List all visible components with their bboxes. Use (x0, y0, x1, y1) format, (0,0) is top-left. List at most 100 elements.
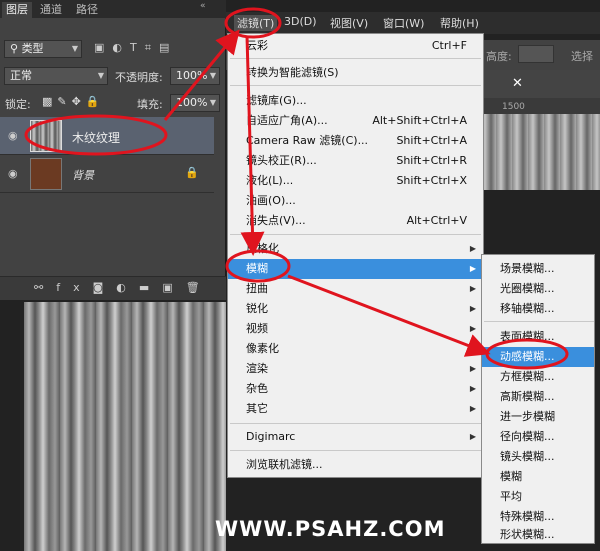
visibility-eye-icon[interactable]: ◉ (8, 167, 18, 180)
wood-texture-canvas[interactable] (24, 302, 226, 551)
fill-value: 100% (176, 96, 208, 109)
menu-separator (230, 450, 481, 451)
mask-icon[interactable]: ◙ (93, 281, 117, 294)
chevron-down-icon: ▼ (209, 71, 216, 80)
layer-thumbnail (30, 158, 62, 190)
layers-panel: 图层 通道 路径 « ⚲ 类型 ▼ ▣◐T⌗▤ 正常 ▼ 不透明度: 100% ▼ 锁… (0, 0, 226, 300)
panel-tab-row: 图层 通道 路径 « (0, 0, 226, 18)
lock-icons[interactable]: ▩✎✥🔒 (42, 95, 105, 108)
layer-row-wood[interactable]: ◉ 木纹纹理 (0, 117, 214, 155)
chevron-down-icon: ▼ (97, 71, 104, 80)
menu-item-browse-online[interactable]: 浏览联机滤镜... (228, 455, 483, 475)
submenu-item-motion-blur[interactable]: 动感模糊... (482, 347, 594, 367)
submenu-arrow-icon: ▶ (469, 304, 476, 313)
submenu-arrow-icon: ▶ (469, 264, 476, 273)
close-icon[interactable]: ✕ (512, 76, 523, 91)
menu-separator (230, 234, 481, 235)
layer-filter-select[interactable]: ⚲ 类型 ▼ (4, 40, 82, 58)
new-layer-icon[interactable]: ▣ (162, 281, 185, 294)
layers-bottom-toolbar: ⚯fx◙◐▬▣🗑 (0, 276, 226, 300)
menu-item-sharpen[interactable]: 锐化 ▶ (228, 299, 483, 319)
menu-view[interactable]: 视图(V) (330, 15, 368, 31)
tab-paths[interactable]: 路径 (72, 2, 102, 18)
filter-icons[interactable]: ▣◐T⌗▤ (94, 41, 177, 55)
submenu-arrow-icon: ▶ (469, 404, 476, 413)
submenu-arrow-icon: ▶ (469, 324, 476, 333)
submenu-item-shape-blur[interactable]: 形状模糊... (482, 525, 594, 545)
submenu-arrow-icon: ▶ (469, 384, 476, 393)
chevron-down-icon: ▼ (209, 98, 216, 107)
smartobject-filter-icon[interactable]: ▤ (159, 41, 177, 54)
submenu-item-gaussian-blur[interactable]: 高斯模糊... (482, 387, 594, 407)
shape-filter-icon[interactable]: ⌗ (145, 41, 159, 54)
trash-icon[interactable]: 🗑 (186, 281, 213, 294)
link-layers-icon[interactable]: ⚯ (34, 281, 56, 294)
menu-item-stylize[interactable]: 风格化 ▶ (228, 239, 483, 259)
submenu-arrow-icon: ▶ (469, 432, 476, 441)
menu-item-other[interactable]: 其它 ▶ (228, 399, 483, 419)
menu-item-distort[interactable]: 扭曲 ▶ (228, 279, 483, 299)
select-label[interactable]: 选择 (571, 48, 593, 64)
menu-item-smart-filter[interactable]: 转换为智能滤镜(S) (228, 63, 483, 83)
menu-item-noise[interactable]: 杂色 ▶ (228, 379, 483, 399)
submenu-item-surface-blur[interactable]: 表面模糊... (482, 327, 594, 347)
menu-item-vanishing-point[interactable]: 消失点(V)... Alt+Ctrl+V (228, 211, 483, 231)
submenu-item-blur-more[interactable]: 进一步模糊 (482, 407, 594, 427)
submenu-item-iris-blur[interactable]: 光圈模糊... (482, 279, 594, 299)
menu-item-digimarc[interactable]: Digimarc ▶ (228, 427, 483, 447)
adjustment-filter-icon[interactable]: ◐ (112, 41, 130, 54)
layer-name[interactable]: 背景 (72, 167, 94, 183)
fill-input[interactable]: 100% ▼ (170, 94, 220, 112)
menu-filter[interactable]: 滤镜(T) (234, 15, 278, 31)
tab-layers[interactable]: 图层 (2, 2, 32, 18)
layer-actions[interactable]: ⚯fx◙◐▬▣🗑 (34, 281, 213, 294)
lock-move-icon[interactable]: ✥ (72, 95, 86, 108)
menu-item-blur[interactable]: 模糊 ▶ (228, 259, 483, 279)
collapse-icon[interactable]: « (200, 1, 206, 11)
lock-transparent-icon[interactable]: ▩ (42, 95, 57, 108)
height-input[interactable] (518, 45, 554, 63)
new-group-icon[interactable]: ▬ (139, 281, 162, 294)
submenu-item-box-blur[interactable]: 方框模糊... (482, 367, 594, 387)
menu-separator (230, 423, 481, 424)
menu-item-clouds[interactable]: 云彩 Ctrl+F (228, 36, 483, 56)
tab-channels[interactable]: 通道 (36, 2, 66, 18)
menu-item-video[interactable]: 视频 ▶ (228, 319, 483, 339)
lock-icon: 🔒 (185, 166, 199, 179)
menu-item-camera-raw[interactable]: Camera Raw 滤镜(C)... Shift+Ctrl+A (228, 131, 483, 151)
adjustment-layer-icon[interactable]: ◐ (116, 281, 139, 294)
blend-mode-select[interactable]: 正常 ▼ (4, 67, 108, 85)
menu-separator (230, 58, 481, 59)
submenu-item-tilt-shift[interactable]: 移轴模糊... (482, 299, 594, 319)
chevron-down-icon: ▼ (71, 44, 78, 53)
document-window: ✕ 1500 (480, 70, 600, 190)
layer-name[interactable]: 木纹纹理 (72, 129, 120, 146)
blend-mode-value: 正常 (10, 69, 32, 82)
lock-paint-icon[interactable]: ✎ (57, 95, 71, 108)
menu-item-adaptive-wide-angle[interactable]: 自适应广角(A)... Alt+Shift+Ctrl+A (228, 111, 483, 131)
image-filter-icon[interactable]: ▣ (94, 41, 112, 54)
submenu-item-field-blur[interactable]: 场景模糊... (482, 259, 594, 279)
fx-icon[interactable]: fx (56, 281, 92, 294)
submenu-item-radial-blur[interactable]: 径向模糊... (482, 427, 594, 447)
blur-submenu: 场景模糊... 光圈模糊... 移轴模糊... 表面模糊... 动感模糊... … (481, 254, 595, 544)
lock-all-icon[interactable]: 🔒 (86, 95, 105, 108)
menu-item-lens-correction[interactable]: 镜头校正(R)... Shift+Ctrl+R (228, 151, 483, 171)
menu-help[interactable]: 帮助(H) (440, 15, 479, 31)
layer-row-background[interactable]: ◉ 背景 🔒 (0, 155, 214, 193)
submenu-item-smart-blur[interactable]: 特殊模糊... (482, 507, 594, 527)
menu-item-render[interactable]: 渲染 ▶ (228, 359, 483, 379)
submenu-item-lens-blur[interactable]: 镜头模糊... (482, 447, 594, 467)
submenu-item-blur[interactable]: 模糊 (482, 467, 594, 487)
document-header (480, 70, 600, 98)
menu-item-filter-gallery[interactable]: 滤镜库(G)... (228, 91, 483, 111)
visibility-eye-icon[interactable]: ◉ (8, 129, 18, 142)
menu-window[interactable]: 窗口(W) (383, 15, 424, 31)
submenu-item-average[interactable]: 平均 (482, 487, 594, 507)
menu-item-pixelate[interactable]: 像素化 ▶ (228, 339, 483, 359)
menu-3d[interactable]: 3D(D) (284, 15, 317, 28)
menu-item-liquify[interactable]: 液化(L)... Shift+Ctrl+X (228, 171, 483, 191)
type-filter-icon[interactable]: T (130, 41, 145, 54)
menu-item-oil-paint[interactable]: 油画(O)... (228, 191, 483, 211)
opacity-input[interactable]: 100% ▼ (170, 67, 220, 85)
